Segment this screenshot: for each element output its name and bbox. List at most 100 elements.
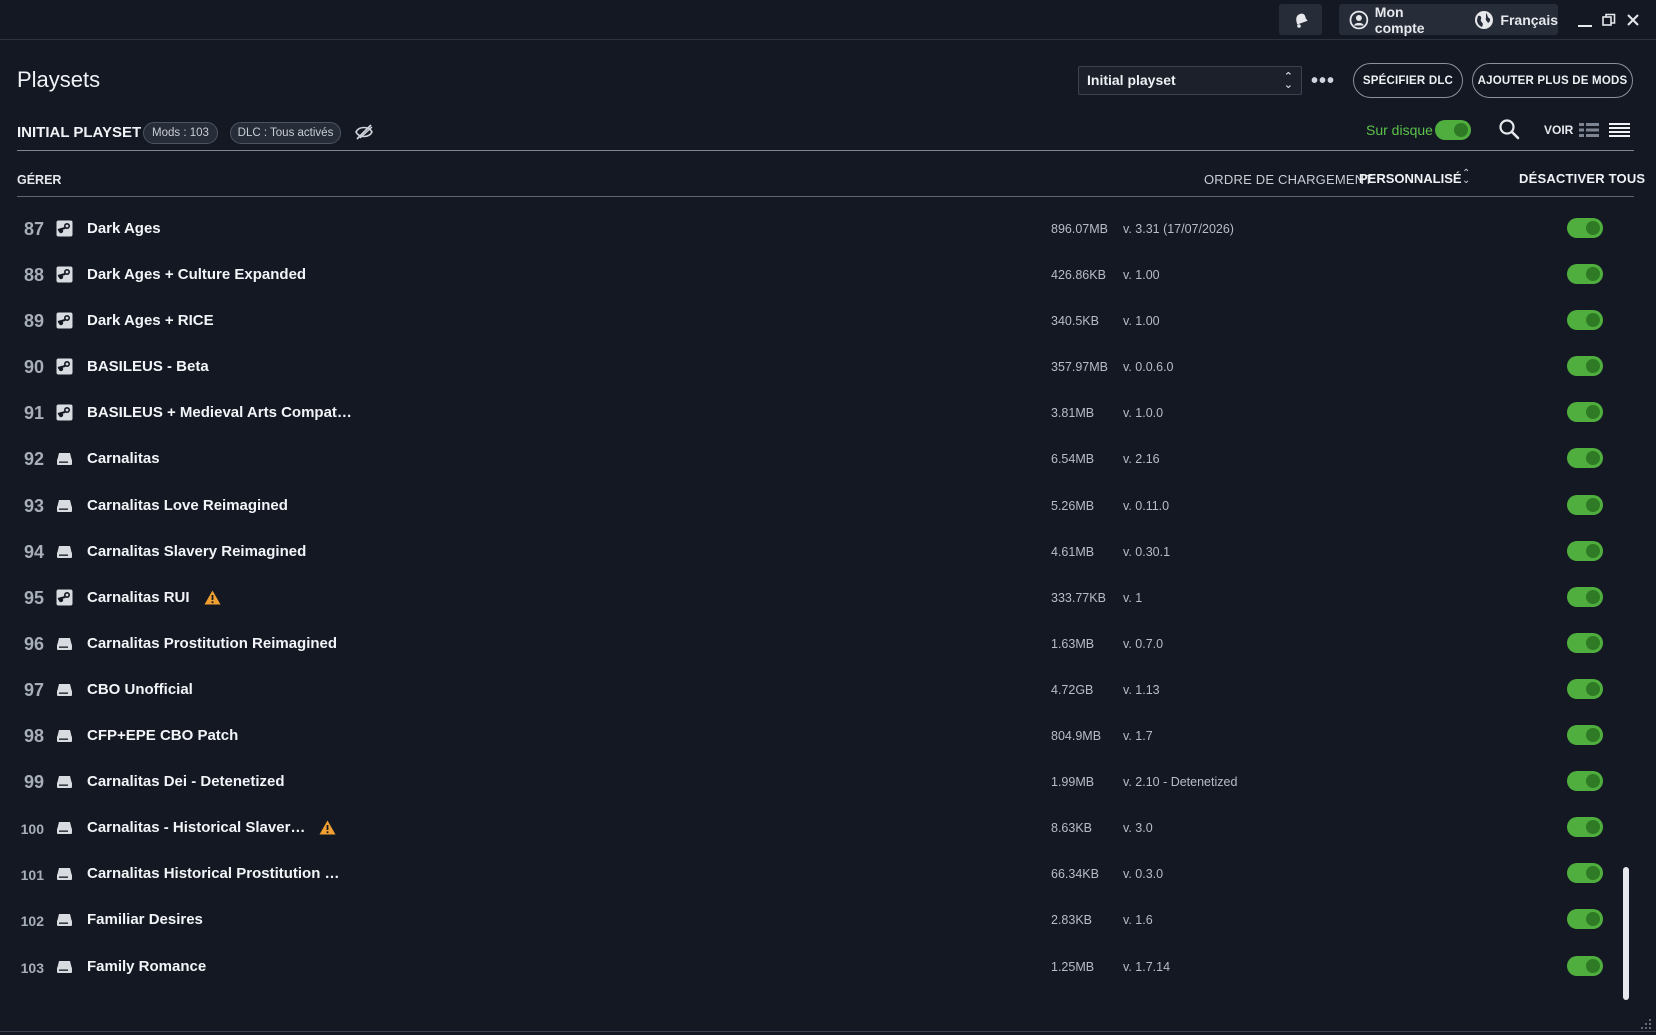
- restore-button[interactable]: [1597, 8, 1621, 32]
- mod-row[interactable]: 89 Dark Ages + RICE 340.5KB v. 1.00: [0, 298, 1640, 344]
- mod-enable-toggle[interactable]: [1567, 632, 1603, 653]
- mod-enable-toggle[interactable]: [1567, 540, 1603, 561]
- mod-row[interactable]: 99 Carnalitas Dei - Detenetized 1.99MB v. 2…: [0, 759, 1640, 805]
- mod-enable-toggle[interactable]: [1567, 725, 1603, 746]
- mod-name[interactable]: Carnalitas Love Reimagined: [87, 497, 288, 514]
- mod-load-order-number: 99: [23, 772, 44, 793]
- mod-version: v. 0.0.6.0: [1123, 360, 1174, 375]
- mod-name[interactable]: Dark Ages: [87, 220, 161, 237]
- mod-version: v. 1.13: [1123, 682, 1160, 697]
- mod-name[interactable]: Familiar Desires: [87, 911, 203, 928]
- mod-name[interactable]: BASILEUS - Beta: [87, 358, 209, 375]
- mod-enable-toggle[interactable]: [1567, 955, 1603, 976]
- mod-enable-toggle[interactable]: [1567, 402, 1603, 423]
- manage-label[interactable]: GÉRER: [17, 173, 61, 187]
- mod-row[interactable]: 97 CBO Unofficial 4.72GB v. 1.13: [0, 667, 1640, 713]
- language-label: Français: [1500, 11, 1558, 28]
- warning-icon[interactable]: [319, 820, 336, 835]
- chevron-updown-icon[interactable]: ⌃ ⌄: [1462, 169, 1470, 186]
- local-drive-icon: [56, 958, 73, 975]
- mod-name[interactable]: BASILEUS + Medieval Arts Compat…: [87, 404, 352, 421]
- mod-enable-toggle[interactable]: [1567, 678, 1603, 699]
- mod-name[interactable]: Carnalitas - Historical Slaver…: [87, 819, 305, 836]
- mod-name[interactable]: Family Romance: [87, 958, 206, 975]
- mod-name[interactable]: Dark Ages + Culture Expanded: [87, 266, 306, 283]
- notifications-button[interactable]: [1279, 4, 1322, 35]
- mod-row[interactable]: 100 Carnalitas - Historical Slaver… 8.63KB…: [0, 805, 1640, 851]
- mod-row[interactable]: 91 BASILEUS + Medieval Arts Compat… 3.81MB…: [0, 390, 1640, 436]
- mod-version: v. 0.3.0: [1123, 867, 1164, 882]
- mod-size: 426.86KB: [1051, 268, 1106, 283]
- mod-row[interactable]: 101 Carnalitas Historical Prostitution … 6…: [0, 851, 1640, 897]
- close-button[interactable]: [1621, 8, 1645, 32]
- mod-version: v. 0.7.0: [1123, 636, 1164, 651]
- playset-select[interactable]: Initial playset ⌃ ⌄: [1078, 66, 1302, 95]
- mod-version: v. 1.7.14: [1123, 959, 1171, 974]
- mod-version: v. 1.6: [1123, 913, 1153, 928]
- mod-row[interactable]: 93 Carnalitas Love Reimagined 5.26MB v. 0.1…: [0, 483, 1640, 529]
- list-view-icon[interactable]: [1609, 122, 1630, 138]
- mod-list: 87 Dark Ages 896.07MB v. 3.31 (17/07/2026) 8…: [0, 206, 1640, 990]
- mod-name[interactable]: CFP+EPE CBO Patch: [87, 727, 238, 744]
- mods-count-chip: Mods : 103: [143, 122, 218, 144]
- dlc-status-chip[interactable]: DLC : Tous activés: [230, 122, 341, 144]
- mod-name[interactable]: Carnalitas Dei - Detenetized: [87, 773, 285, 790]
- mod-size: 804.9MB: [1051, 729, 1102, 744]
- mod-enable-toggle[interactable]: [1567, 586, 1603, 607]
- warning-icon[interactable]: [204, 590, 221, 605]
- mod-size: 340.5KB: [1051, 314, 1099, 329]
- mod-enable-toggle[interactable]: [1567, 909, 1603, 930]
- on-disk-toggle[interactable]: [1435, 120, 1471, 140]
- mod-enable-toggle[interactable]: [1567, 771, 1603, 792]
- mod-name[interactable]: Carnalitas Historical Prostitution …: [87, 865, 340, 882]
- mod-row[interactable]: 92 Carnalitas 6.54MB v. 2.16: [0, 436, 1640, 482]
- mod-name[interactable]: CBO Unofficial: [87, 681, 193, 698]
- load-order-select[interactable]: PERSONNALISÉ: [1359, 171, 1462, 186]
- mod-row[interactable]: 90 BASILEUS - Beta 357.97MB v. 0.0.6.0: [0, 344, 1640, 390]
- mod-row[interactable]: 96 Carnalitas Prostitution Reimagined 1.63…: [0, 621, 1640, 667]
- more-options-icon[interactable]: •••: [1311, 70, 1335, 93]
- mod-enable-toggle[interactable]: [1567, 494, 1603, 515]
- mod-load-order-number: 93: [23, 495, 44, 516]
- eye-off-icon[interactable]: [354, 123, 374, 141]
- resize-grip-icon[interactable]: [1640, 1018, 1652, 1030]
- mod-row[interactable]: 103 Family Romance 1.25MB v. 1.7.14: [0, 944, 1640, 990]
- mod-size: 1.25MB: [1051, 959, 1095, 974]
- mod-enable-toggle[interactable]: [1567, 310, 1603, 331]
- mod-name[interactable]: Carnalitas: [87, 450, 160, 467]
- mod-row[interactable]: 95 Carnalitas RUI 333.77KB v. 1: [0, 575, 1640, 621]
- mod-size: 333.77KB: [1051, 590, 1106, 605]
- specify-dlc-button[interactable]: SPÉCIFIER DLC: [1353, 63, 1463, 98]
- mod-row[interactable]: 87 Dark Ages 896.07MB v. 3.31 (17/07/2026): [0, 206, 1640, 252]
- disable-all-button[interactable]: DÉSACTIVER TOUS: [1519, 171, 1645, 186]
- search-icon[interactable]: [1498, 118, 1520, 140]
- mod-name[interactable]: Dark Ages + RICE: [87, 312, 214, 329]
- mod-load-order-number: 94: [23, 541, 44, 562]
- mod-enable-toggle[interactable]: [1567, 218, 1603, 238]
- title-bar: Mon compte Français: [0, 0, 1656, 40]
- mod-row[interactable]: 88 Dark Ages + Culture Expanded 426.86KB v.…: [0, 252, 1640, 298]
- local-drive-icon: [56, 911, 73, 928]
- add-mods-button[interactable]: AJOUTER PLUS DE MODS: [1472, 63, 1633, 98]
- mod-enable-toggle[interactable]: [1567, 264, 1603, 285]
- mod-row[interactable]: 94 Carnalitas Slavery Reimagined 4.61MB v. …: [0, 529, 1640, 575]
- minimize-button[interactable]: [1573, 8, 1597, 32]
- mod-enable-toggle[interactable]: [1567, 448, 1603, 469]
- mod-load-order-number: 96: [23, 633, 44, 654]
- account-language-group: Mon compte Français: [1339, 4, 1558, 36]
- language-button[interactable]: Français: [1474, 10, 1558, 30]
- mod-name[interactable]: Carnalitas Slavery Reimagined: [87, 543, 306, 560]
- mod-size: 357.97MB: [1051, 360, 1108, 375]
- mod-enable-toggle[interactable]: [1567, 356, 1603, 377]
- mod-row[interactable]: 98 CFP+EPE CBO Patch 804.9MB v. 1.7: [0, 713, 1640, 759]
- account-button[interactable]: Mon compte: [1349, 4, 1456, 36]
- mod-enable-toggle[interactable]: [1567, 817, 1603, 838]
- mod-name[interactable]: Carnalitas RUI: [87, 589, 190, 606]
- scrollbar-thumb[interactable]: [1623, 867, 1629, 1000]
- grid-view-icon[interactable]: [1579, 122, 1599, 138]
- mod-name[interactable]: Carnalitas Prostitution Reimagined: [87, 635, 337, 652]
- mod-enable-toggle[interactable]: [1567, 863, 1603, 884]
- local-drive-icon: [56, 635, 73, 652]
- mod-row[interactable]: 102 Familiar Desires 2.83KB v. 1.6: [0, 897, 1640, 943]
- mod-load-order-number: 92: [23, 449, 44, 470]
